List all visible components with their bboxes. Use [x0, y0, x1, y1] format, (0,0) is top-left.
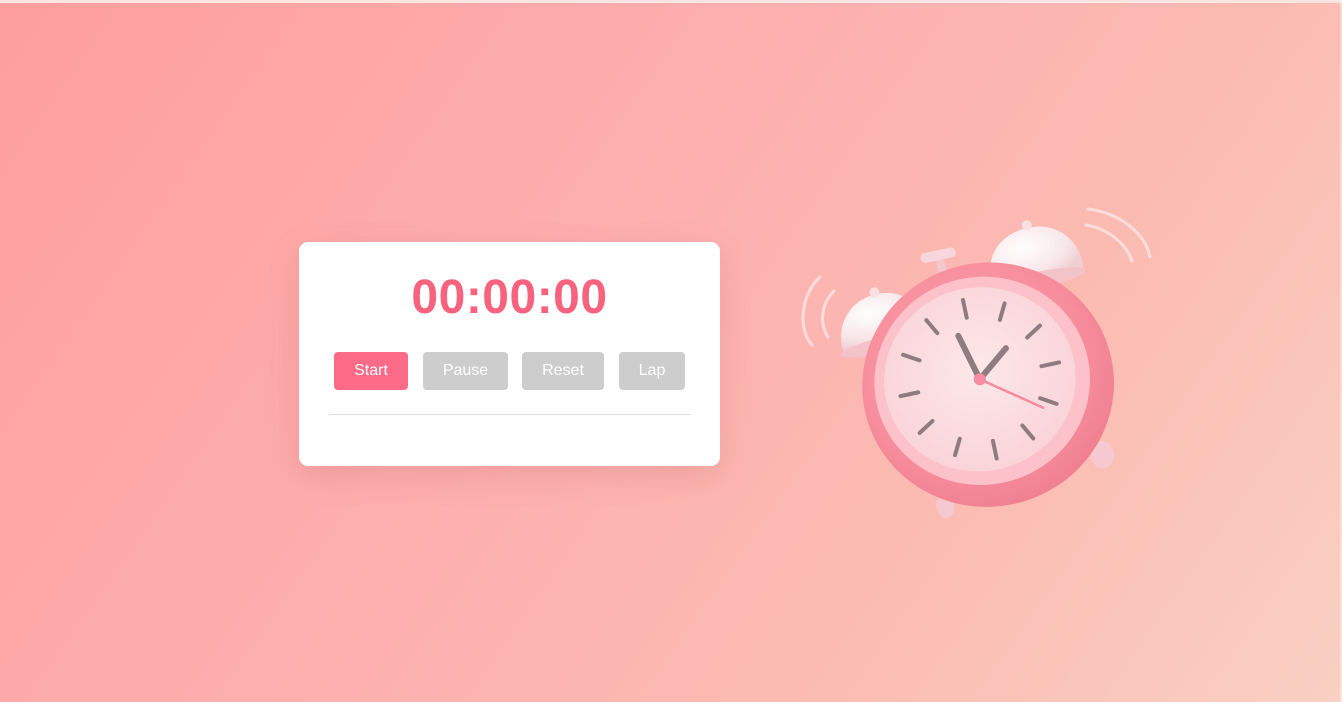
stopwatch-display: 00:00:00	[411, 271, 608, 324]
alarm-clock-icon	[790, 195, 1170, 525]
pause-button[interactable]: Pause	[423, 352, 508, 390]
reset-button[interactable]: Reset	[522, 352, 604, 390]
laps-list	[329, 418, 690, 454]
stopwatch-card: 00:00:00 Start Pause Reset Lap	[299, 242, 720, 466]
top-edge-line	[0, 0, 1342, 3]
start-button[interactable]: Start	[334, 352, 408, 390]
lap-button[interactable]: Lap	[619, 352, 685, 390]
laps-divider	[329, 414, 690, 415]
